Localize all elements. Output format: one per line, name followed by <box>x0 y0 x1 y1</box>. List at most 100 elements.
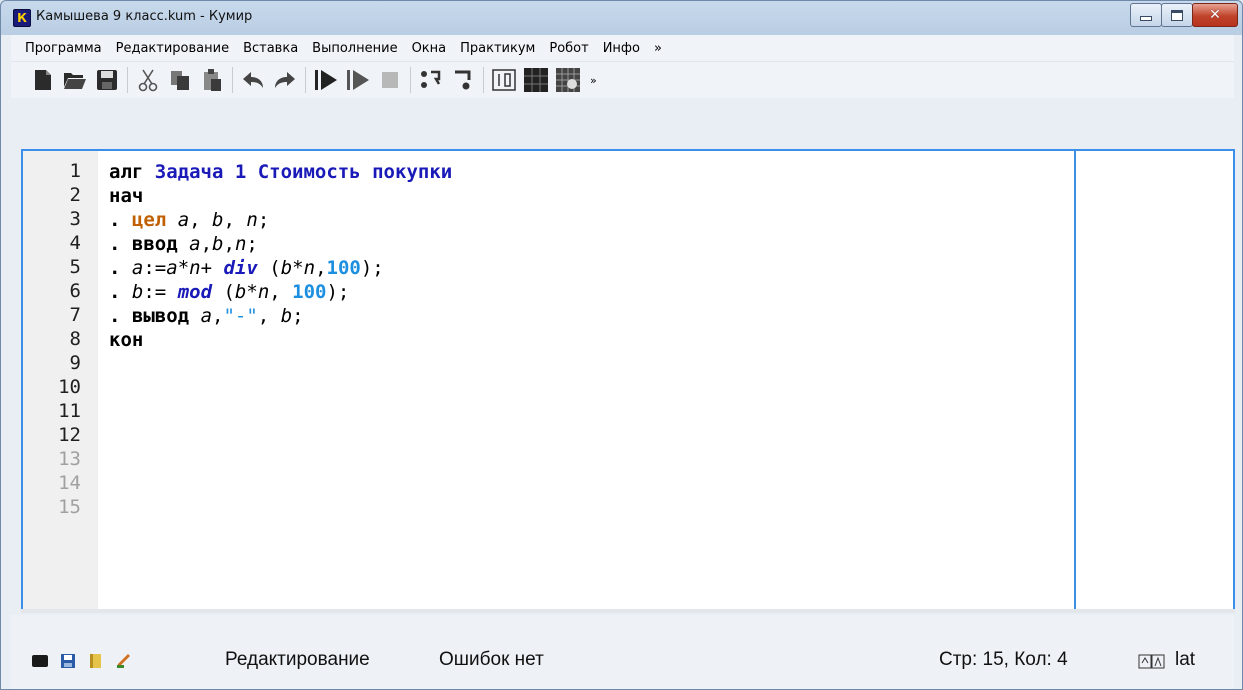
toolbar-separator <box>232 67 233 93</box>
line-number: 4 <box>69 232 81 254</box>
number-display-button[interactable] <box>490 66 518 94</box>
paste-icon <box>204 69 221 91</box>
menu-run[interactable]: Выполнение <box>312 41 397 56</box>
step-into-icon <box>455 70 471 90</box>
code-line: . ввод a,b,n; <box>109 233 258 255</box>
menu-insert[interactable]: Вставка <box>243 41 298 56</box>
line-number: 12 <box>58 424 81 446</box>
code-line: . a:=a*n+ div (b*n,100); <box>109 257 384 279</box>
code-editor[interactable]: 1 2 3 4 5 6 7 8 9 10 11 12 13 14 15 алг … <box>21 149 1078 611</box>
code-token: a <box>189 233 201 255</box>
stop-button[interactable] <box>376 66 404 94</box>
line-number: 1 <box>69 160 81 182</box>
line-number: 2 <box>69 184 81 206</box>
app-icon[interactable]: К <box>13 9 31 27</box>
line-number: 11 <box>58 400 81 422</box>
code-line: . вывод a,"-", b; <box>109 305 304 327</box>
code-token: b <box>280 305 293 327</box>
code-token: n <box>246 209 258 231</box>
code-area[interactable]: алг Задача 1 Стоимость покупки нач . цел… <box>109 151 452 371</box>
status-errors: Ошибок нет <box>439 649 544 670</box>
code-token: кон <box>109 329 144 351</box>
menu-info[interactable]: Инфо <box>603 41 640 56</box>
toolbar: » <box>11 62 1234 98</box>
code-token: . <box>109 209 121 231</box>
run-button[interactable] <box>312 66 340 94</box>
stop-icon <box>382 72 398 88</box>
code-line: . цел a, b, n; <box>109 209 270 231</box>
copy-icon <box>171 71 189 90</box>
book-icon[interactable] <box>87 653 105 669</box>
save-state-icon[interactable] <box>59 653 77 669</box>
code-token: цел <box>131 209 167 231</box>
step-over-button[interactable] <box>417 66 445 94</box>
robot-field-button[interactable] <box>554 66 582 94</box>
cut-button[interactable] <box>134 66 162 94</box>
horizontal-scrollbar[interactable] <box>21 609 1235 613</box>
keyboard-layout[interactable]: lat <box>1175 649 1195 671</box>
code-token: вывод <box>131 305 190 327</box>
copy-button[interactable] <box>166 66 194 94</box>
paste-button[interactable] <box>198 66 226 94</box>
cursor-position: Стр: 15, Кол: 4 <box>939 649 1068 670</box>
code-token: 100 <box>292 281 327 303</box>
menu-edit[interactable]: Редактирование <box>116 41 229 56</box>
code-line: нач <box>109 184 143 208</box>
maximize-icon <box>1171 9 1183 21</box>
step-run-icon <box>347 70 369 90</box>
toolbar-separator <box>305 67 306 93</box>
side-panel[interactable] <box>1074 149 1235 611</box>
menu-robot[interactable]: Робот <box>549 41 588 56</box>
code-token: a <box>131 257 144 279</box>
run-icon <box>315 70 337 90</box>
menu-practicum[interactable]: Практикум <box>460 41 535 56</box>
menu-overflow[interactable]: » <box>654 41 662 56</box>
code-token: Задача 1 Стоимость покупки <box>154 161 453 183</box>
robot-field-icon <box>556 68 580 92</box>
code-token: mod <box>177 281 213 303</box>
close-button[interactable]: ✕ <box>1192 3 1238 27</box>
edit-pencil-icon[interactable] <box>115 653 133 669</box>
code-token: алг <box>109 161 144 183</box>
open-file-button[interactable] <box>61 66 89 94</box>
run-step-button[interactable] <box>344 66 372 94</box>
menu-windows[interactable]: Окна <box>412 41 447 56</box>
scissors-icon <box>138 69 158 92</box>
status-mode: Редактирование <box>225 649 370 670</box>
line-number: 10 <box>58 376 81 398</box>
redo-button[interactable] <box>271 66 299 94</box>
toolbar-separator <box>410 67 411 93</box>
line-number: 13 <box>58 448 81 470</box>
undo-button[interactable] <box>239 66 267 94</box>
line-number: 9 <box>69 352 81 374</box>
terminal-icon[interactable] <box>31 653 49 669</box>
save-button[interactable] <box>93 66 121 94</box>
line-number-gutter: 1 2 3 4 5 6 7 8 9 10 11 12 13 14 15 <box>23 151 98 609</box>
close-icon: ✕ <box>1209 7 1221 23</box>
grid-icon <box>524 68 548 92</box>
line-number: 8 <box>69 328 81 350</box>
redo-icon <box>275 72 295 88</box>
code-token: a <box>177 209 190 231</box>
grid-button[interactable] <box>522 66 550 94</box>
minimize-button[interactable] <box>1130 3 1162 27</box>
new-file-icon <box>35 70 51 90</box>
code-token: b <box>234 281 247 303</box>
maximize-button[interactable] <box>1161 3 1193 27</box>
step-into-button[interactable] <box>449 66 477 94</box>
code-token: . <box>109 305 121 327</box>
code-token: . <box>109 257 121 279</box>
line-number: 3 <box>69 208 81 230</box>
title-bar[interactable]: К Камышева 9 класс.kum - Кумир ✕ <box>1 1 1242 35</box>
code-token: 100 <box>326 257 361 279</box>
code-line: кон <box>109 328 143 352</box>
toolbar-overflow-button[interactable]: » <box>590 74 597 87</box>
menu-bar: Программа Редактирование Вставка Выполне… <box>11 35 1234 62</box>
menu-program[interactable]: Программа <box>25 41 102 56</box>
code-token: a <box>166 257 178 279</box>
code-token: b <box>280 257 293 279</box>
code-token: n <box>303 257 316 279</box>
new-file-button[interactable] <box>29 66 57 94</box>
window-title: Камышева 9 класс.kum - Кумир <box>36 9 253 24</box>
code-token: . <box>109 233 121 255</box>
